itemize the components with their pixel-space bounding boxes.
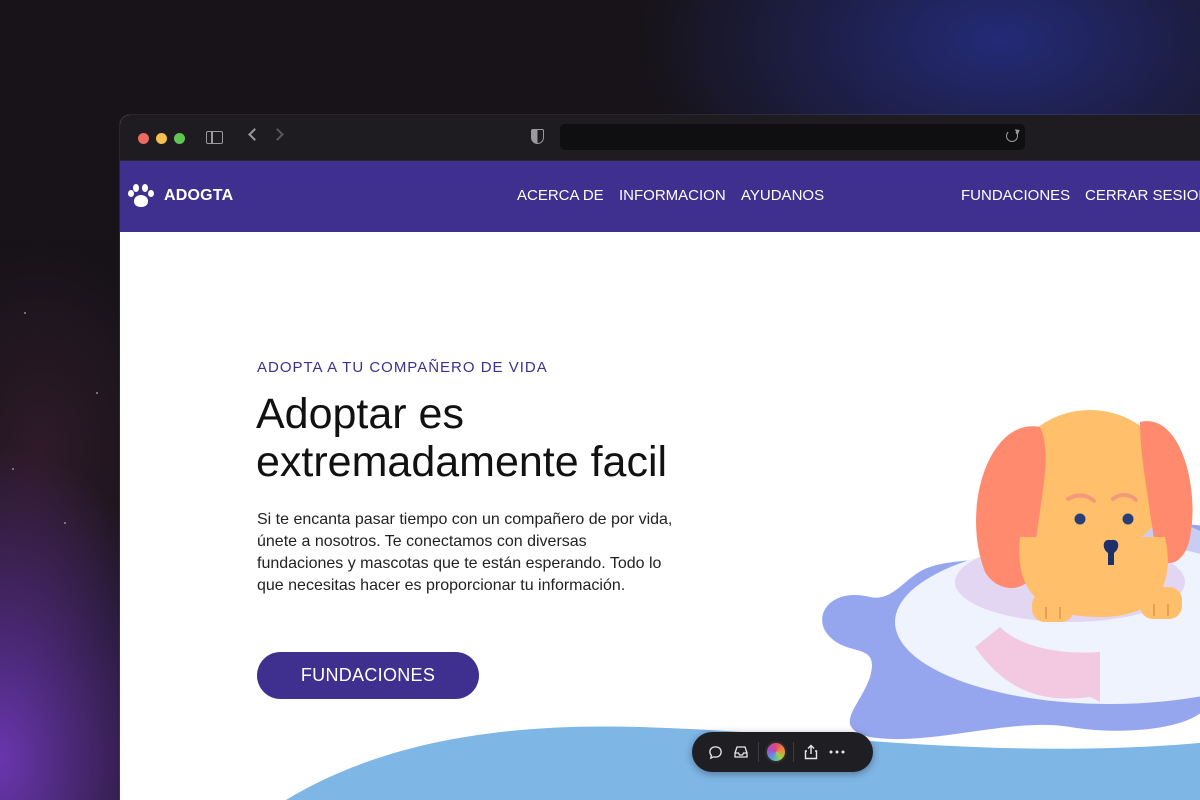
hero-headline-line2: extremadamente facil (256, 438, 668, 486)
nav-link-cerrar-sesion[interactable]: CERRAR SESION (1085, 187, 1200, 204)
fundaciones-cta-button[interactable]: FUNDACIONES (257, 652, 479, 699)
minimize-window-button[interactable] (156, 133, 167, 144)
sidebar-toggle-icon[interactable] (206, 131, 223, 144)
toolbar-divider (793, 742, 794, 762)
nav-link-informacion[interactable]: INFORMACION (619, 187, 726, 204)
privacy-shield-icon[interactable] (531, 129, 544, 144)
inbox-icon[interactable] (728, 739, 754, 765)
close-window-button[interactable] (138, 133, 149, 144)
dog-eye-right (1122, 513, 1134, 525)
hero-headline: Adoptar es extremadamente facil (256, 390, 776, 486)
dog-paw-left (1032, 592, 1074, 622)
toolbar-divider (758, 742, 759, 762)
share-icon[interactable] (798, 739, 824, 765)
brand-logo[interactable]: ADOGTA (128, 183, 233, 209)
browser-window: ADOGTA ACERCA DE INFORMACION AYUDANOS FU… (120, 115, 1200, 800)
star (64, 522, 66, 524)
hero-description: Si te encanta pasar tiempo con un compañ… (257, 511, 673, 594)
floating-toolbar (692, 732, 873, 772)
star (24, 312, 26, 314)
dog-eye-left (1074, 513, 1086, 525)
forward-icon[interactable] (271, 128, 284, 141)
hero-eyebrow: ADOPTA A TU COMPAÑERO DE VIDA (257, 359, 548, 376)
avatar[interactable] (763, 739, 789, 765)
paw-icon (128, 183, 154, 209)
site-navbar: ADOGTA ACERCA DE INFORMACION AYUDANOS FU… (120, 161, 1200, 232)
star (12, 468, 14, 470)
comment-icon[interactable] (702, 739, 728, 765)
nav-link-ayudanos[interactable]: AYUDANOS (741, 187, 824, 204)
reload-icon[interactable] (1006, 130, 1018, 142)
star (96, 392, 98, 394)
maximize-window-button[interactable] (174, 133, 185, 144)
nav-link-fundaciones[interactable]: FUNDACIONES (961, 187, 1070, 204)
browser-titlebar (120, 115, 1200, 161)
back-icon[interactable] (248, 128, 261, 141)
hero-headline-line1: Adoptar es (256, 390, 464, 438)
brand-name: ADOGTA (164, 187, 234, 204)
hero-section: ADOPTA A TU COMPAÑERO DE VIDA Adoptar es… (120, 232, 1200, 800)
hero-wave (285, 726, 1200, 800)
more-icon[interactable] (824, 739, 850, 765)
avatar-image (765, 741, 787, 763)
nav-link-acerca-de[interactable]: ACERCA DE (517, 187, 604, 204)
address-bar[interactable] (560, 124, 1025, 150)
dog-paw-right (1140, 587, 1182, 619)
